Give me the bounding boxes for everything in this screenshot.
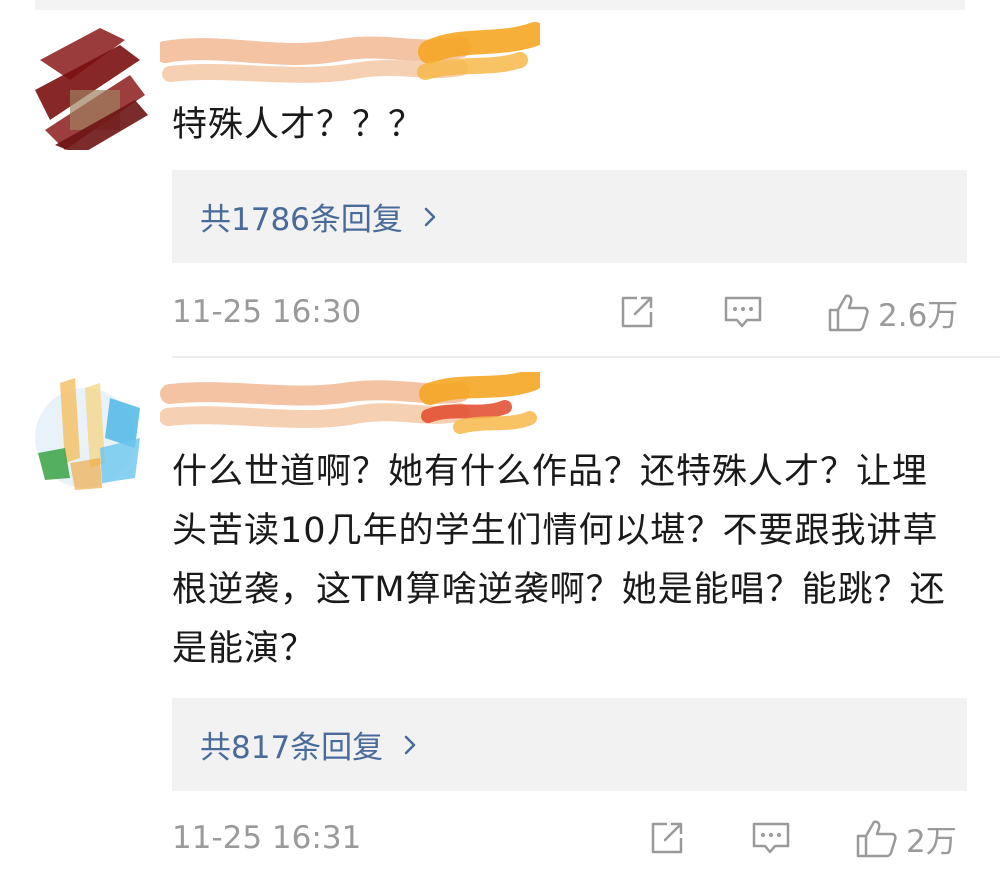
timestamp: 11-25 16:30 <box>172 294 362 330</box>
timestamp: 11-25 16:31 <box>172 820 362 856</box>
avatar[interactable] <box>30 368 150 498</box>
like-icon <box>828 294 869 332</box>
chevron-right-icon <box>404 735 416 754</box>
replies-label: 共817条回复 <box>200 730 384 766</box>
like-button[interactable]: 2万 <box>854 818 957 860</box>
username-redacted[interactable] <box>160 22 540 92</box>
replies-label: 共1786条回复 <box>200 202 403 238</box>
replies-button[interactable]: 共1786条回复 <box>172 170 967 263</box>
comment-text: 特殊人才？？？ <box>172 105 425 145</box>
previous-comment-edge <box>35 0 965 10</box>
comment-meta: 11-25 16:30 2.6万 <box>172 292 967 334</box>
comment-icon[interactable] <box>722 292 764 332</box>
like-count: 2.6万 <box>878 297 959 334</box>
comment-text: 什么世道啊？她有什么作品？还特殊人才？让埋头苦读10几年的学生们情何以堪？不要跟… <box>172 452 946 669</box>
comment-divider <box>172 356 1000 358</box>
share-icon[interactable] <box>647 818 689 858</box>
share-icon[interactable] <box>617 292 659 332</box>
chevron-right-icon <box>424 207 436 226</box>
replies-button[interactable]: 共817条回复 <box>172 698 967 791</box>
comment-meta: 11-25 16:31 2万 <box>172 818 967 860</box>
like-icon <box>856 820 897 858</box>
like-button[interactable]: 2.6万 <box>826 292 959 334</box>
avatar[interactable] <box>30 20 150 150</box>
comment-icon[interactable] <box>750 818 792 858</box>
like-count: 2万 <box>906 823 957 860</box>
username-redacted[interactable] <box>160 372 540 442</box>
